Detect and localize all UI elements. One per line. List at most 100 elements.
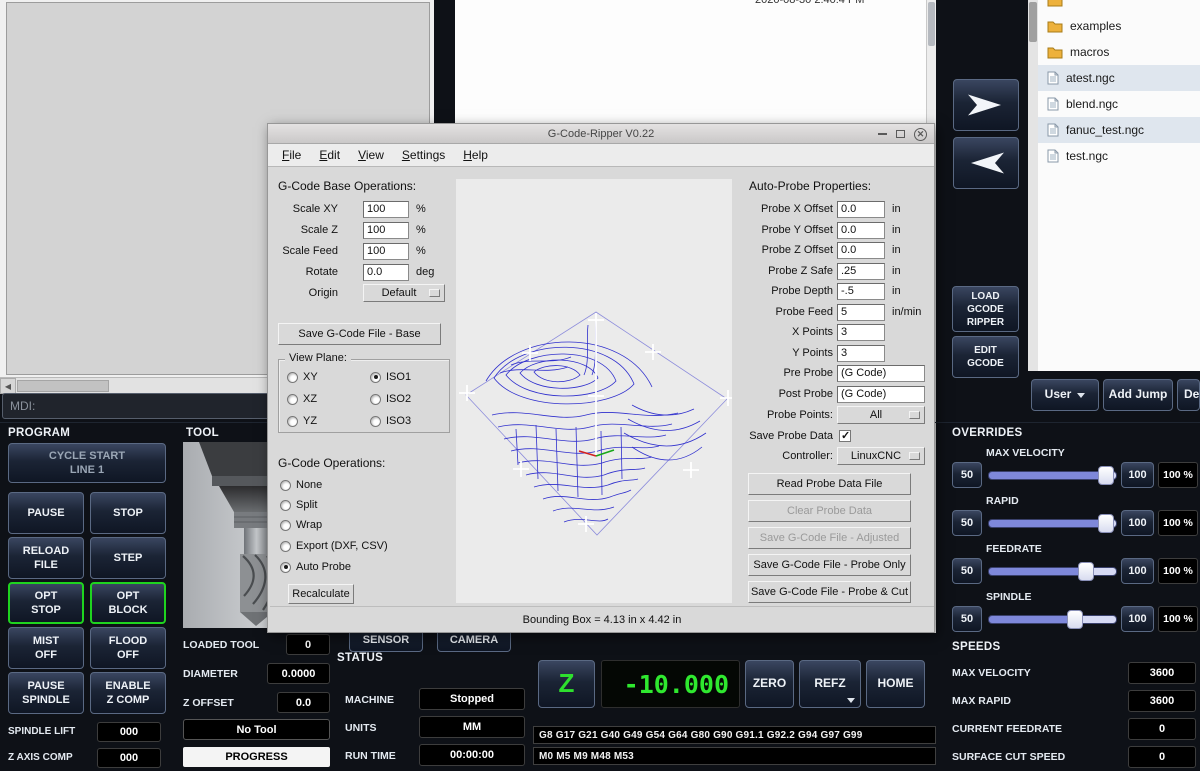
probe-z-offset-input[interactable]: 0.0	[837, 242, 885, 259]
override-max-button[interactable]: 100	[1121, 558, 1154, 584]
post-probe-input[interactable]: (G Code)	[837, 386, 925, 403]
radio-none[interactable]: None	[280, 478, 322, 492]
gcode-preview-canvas	[456, 179, 732, 603]
controller-dropdown[interactable]: LinuxCNC	[837, 447, 925, 465]
scrollbar-thumb[interactable]	[928, 2, 935, 46]
scroll-left-icon[interactable]: ◀	[0, 378, 16, 394]
zero-button[interactable]: ZERO	[745, 660, 794, 708]
opt-block-button[interactable]: OPT BLOCK	[90, 582, 166, 624]
probe-depth-input[interactable]: -.5	[837, 283, 885, 300]
radio-auto-probe[interactable]: Auto Probe	[280, 560, 351, 574]
home-button[interactable]: HOME	[866, 660, 925, 708]
arrow-left-icon	[958, 145, 1014, 181]
slider-track[interactable]	[988, 567, 1117, 576]
probe-points-dropdown[interactable]: All	[837, 406, 925, 424]
menu-help[interactable]: Help	[454, 144, 497, 166]
pause-spindle-button[interactable]: PAUSE SPINDLE	[8, 672, 84, 714]
skip-forward-button[interactable]	[953, 79, 1019, 131]
file-row[interactable]: macros	[1038, 39, 1200, 65]
slider-handle[interactable]	[1098, 466, 1114, 485]
refz-button[interactable]: REFZ	[799, 660, 861, 708]
spindle-slider[interactable]	[988, 608, 1117, 630]
recalculate-button[interactable]: Recalculate	[288, 584, 354, 604]
opt-stop-button[interactable]: OPT STOP	[8, 582, 84, 624]
radio-iso1[interactable]: ISO1	[370, 370, 411, 384]
scale-xy-input[interactable]: 100	[363, 201, 409, 218]
radio-split[interactable]: Split	[280, 498, 317, 512]
scale-z-input[interactable]: 100	[363, 222, 409, 239]
z-axis-button[interactable]: Z	[538, 660, 595, 708]
menu-file[interactable]: File	[273, 144, 310, 166]
skip-back-button[interactable]	[953, 137, 1019, 189]
slider-handle[interactable]	[1098, 514, 1114, 533]
probe-feed-input[interactable]: 5	[837, 304, 885, 321]
radio-xy[interactable]: XY	[287, 370, 318, 384]
dialog-title[interactable]: G-Code-Ripper V0.22	[268, 124, 934, 144]
user-button[interactable]: User	[1031, 379, 1099, 411]
override-min-button[interactable]: 50	[952, 558, 982, 584]
load-gcode-ripper-button[interactable]: LOAD GCODE RIPPER	[952, 286, 1019, 332]
maximize-icon[interactable]	[896, 130, 905, 138]
max-velocity-slider[interactable]	[988, 464, 1117, 486]
pause-button[interactable]: PAUSE	[8, 492, 84, 534]
file-list-scrollbar[interactable]	[1028, 0, 1038, 371]
save-probe-data-checkbox[interactable]	[839, 430, 851, 442]
partial-button[interactable]: De	[1177, 379, 1200, 411]
y-points-input[interactable]: 3	[837, 345, 885, 362]
rapid-slider[interactable]	[988, 512, 1117, 534]
clear-probe-data-button[interactable]: Clear Probe Data	[748, 500, 911, 522]
slider-handle[interactable]	[1067, 610, 1083, 629]
reload-file-button[interactable]: RELOAD FILE	[8, 537, 84, 579]
read-probe-data-button[interactable]: Read Probe Data File	[748, 473, 911, 495]
file-row[interactable]: blend.ngc	[1038, 91, 1200, 117]
close-icon[interactable]: ✕	[914, 128, 927, 141]
minimize-icon[interactable]	[878, 133, 887, 135]
probe-x-offset-input[interactable]: 0.0	[837, 201, 885, 218]
slider-track[interactable]	[988, 615, 1117, 624]
radio-yz[interactable]: YZ	[287, 414, 317, 428]
step-button[interactable]: STEP	[90, 537, 166, 579]
menu-edit[interactable]: Edit	[310, 144, 349, 166]
probe-y-offset-input[interactable]: 0.0	[837, 222, 885, 239]
enable-zcomp-button[interactable]: ENABLE Z COMP	[90, 672, 166, 714]
scrollbar-thumb[interactable]	[17, 380, 109, 392]
save-adjusted-button[interactable]: Save G-Code File - Adjusted	[748, 527, 911, 549]
mist-button[interactable]: MIST OFF	[8, 627, 84, 669]
x-points-input[interactable]: 3	[837, 324, 885, 341]
edit-gcode-button[interactable]: EDIT GCODE	[952, 336, 1019, 378]
scale-feed-input[interactable]: 100	[363, 243, 409, 260]
rotate-input[interactable]: 0.0	[363, 264, 409, 281]
origin-dropdown[interactable]: Default	[363, 284, 445, 302]
file-row[interactable]	[1038, 0, 1200, 13]
file-row[interactable]: fanuc_test.ngc	[1038, 117, 1200, 143]
override-max-button[interactable]: 100	[1121, 462, 1154, 488]
slider-handle[interactable]	[1078, 562, 1094, 581]
menu-view[interactable]: View	[349, 144, 393, 166]
save-base-button[interactable]: Save G-Code File - Base	[278, 323, 441, 345]
override-max-button[interactable]: 100	[1121, 510, 1154, 536]
menu-settings[interactable]: Settings	[393, 144, 454, 166]
add-jump-button[interactable]: Add Jump	[1103, 379, 1173, 411]
feedrate-slider[interactable]	[988, 560, 1117, 582]
file-row[interactable]: atest.ngc	[1038, 65, 1200, 91]
pre-probe-input[interactable]: (G Code)	[837, 365, 925, 382]
save-probe-cut-button[interactable]: Save G-Code File - Probe & Cut	[748, 581, 911, 603]
file-row[interactable]: examples	[1038, 13, 1200, 39]
override-min-button[interactable]: 50	[952, 462, 982, 488]
probe-z-safe-input[interactable]: .25	[837, 263, 885, 280]
progress-bar: PROGRESS	[183, 747, 330, 767]
save-probe-only-button[interactable]: Save G-Code File - Probe Only	[748, 554, 911, 576]
radio-iso3[interactable]: ISO3	[370, 414, 411, 428]
flood-button[interactable]: FLOOD OFF	[90, 627, 166, 669]
cycle-start-button[interactable]: CYCLE START LINE 1	[8, 443, 166, 483]
radio-iso2[interactable]: ISO2	[370, 392, 411, 406]
scrollbar-thumb[interactable]	[1029, 2, 1037, 42]
radio-export[interactable]: Export (DXF, CSV)	[280, 539, 388, 553]
override-min-button[interactable]: 50	[952, 606, 982, 632]
radio-xz[interactable]: XZ	[287, 392, 317, 406]
radio-wrap[interactable]: Wrap	[280, 518, 322, 532]
file-row[interactable]: test.ngc	[1038, 143, 1200, 169]
stop-button[interactable]: STOP	[90, 492, 166, 534]
override-min-button[interactable]: 50	[952, 510, 982, 536]
override-max-button[interactable]: 100	[1121, 606, 1154, 632]
